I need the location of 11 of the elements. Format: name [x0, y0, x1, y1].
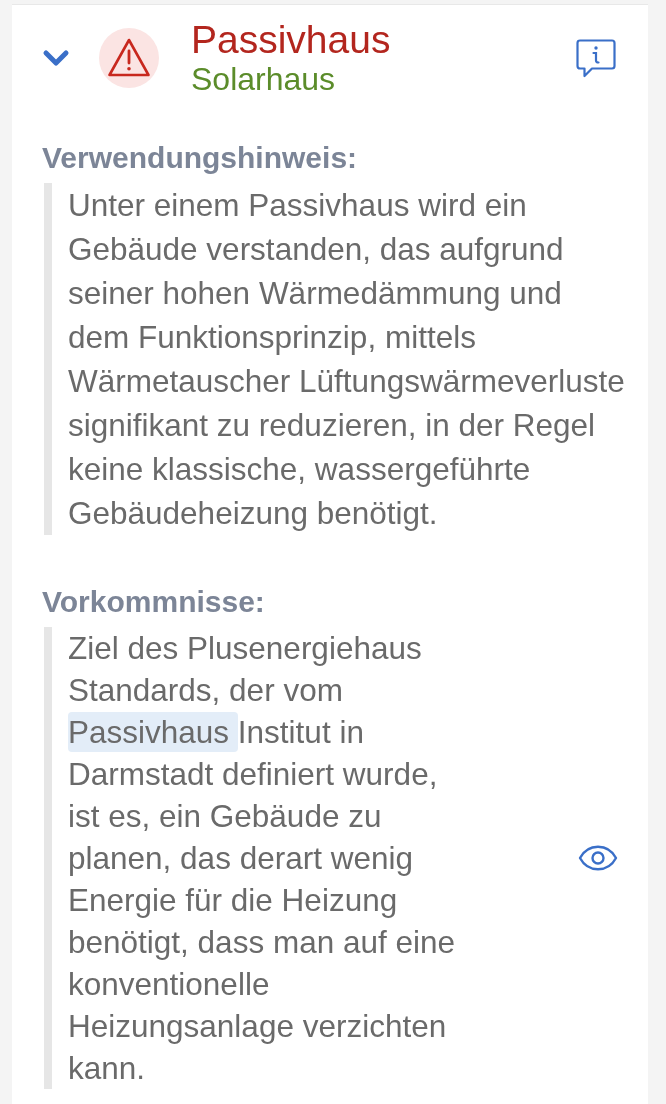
- entry-subtitle: Solarhaus: [191, 61, 336, 97]
- info-bubble-icon[interactable]: [576, 38, 616, 78]
- highlighted-term: Passivhaus: [68, 712, 238, 752]
- section-text: Unter einem Passivhaus wird ein Gebäude verstanden, das aufgrund seiner hohen Wärmedämmung und dem Funktionsprinzip, mittels Wärmetauscher Lüftungswärmeverluste signifikant zu reduzieren, in der Regel keine klassische, wassergeführte Gebäudeheizung benötigt.: [68, 186, 626, 533]
- warning-icon: [99, 28, 159, 88]
- entry-title: Passivhaus: [191, 19, 391, 61]
- chevron-icon[interactable]: [42, 48, 70, 68]
- section-heading: Vorkommnisse:: [42, 584, 266, 620]
- section-heading: Verwendungshinweis:: [42, 140, 359, 176]
- eye-icon[interactable]: [578, 845, 618, 871]
- section-text: Ziel des Plusenergiehaus Standards, der vom Passivhaus Institut in Darmstadt definiert wurde, ist es, ein Gebäude zu planen, das derart wenig Energie für die Heizung benötigt, dass man auf eine konventionelle Heizungsanlage verzichten kann.: [68, 629, 456, 1088]
